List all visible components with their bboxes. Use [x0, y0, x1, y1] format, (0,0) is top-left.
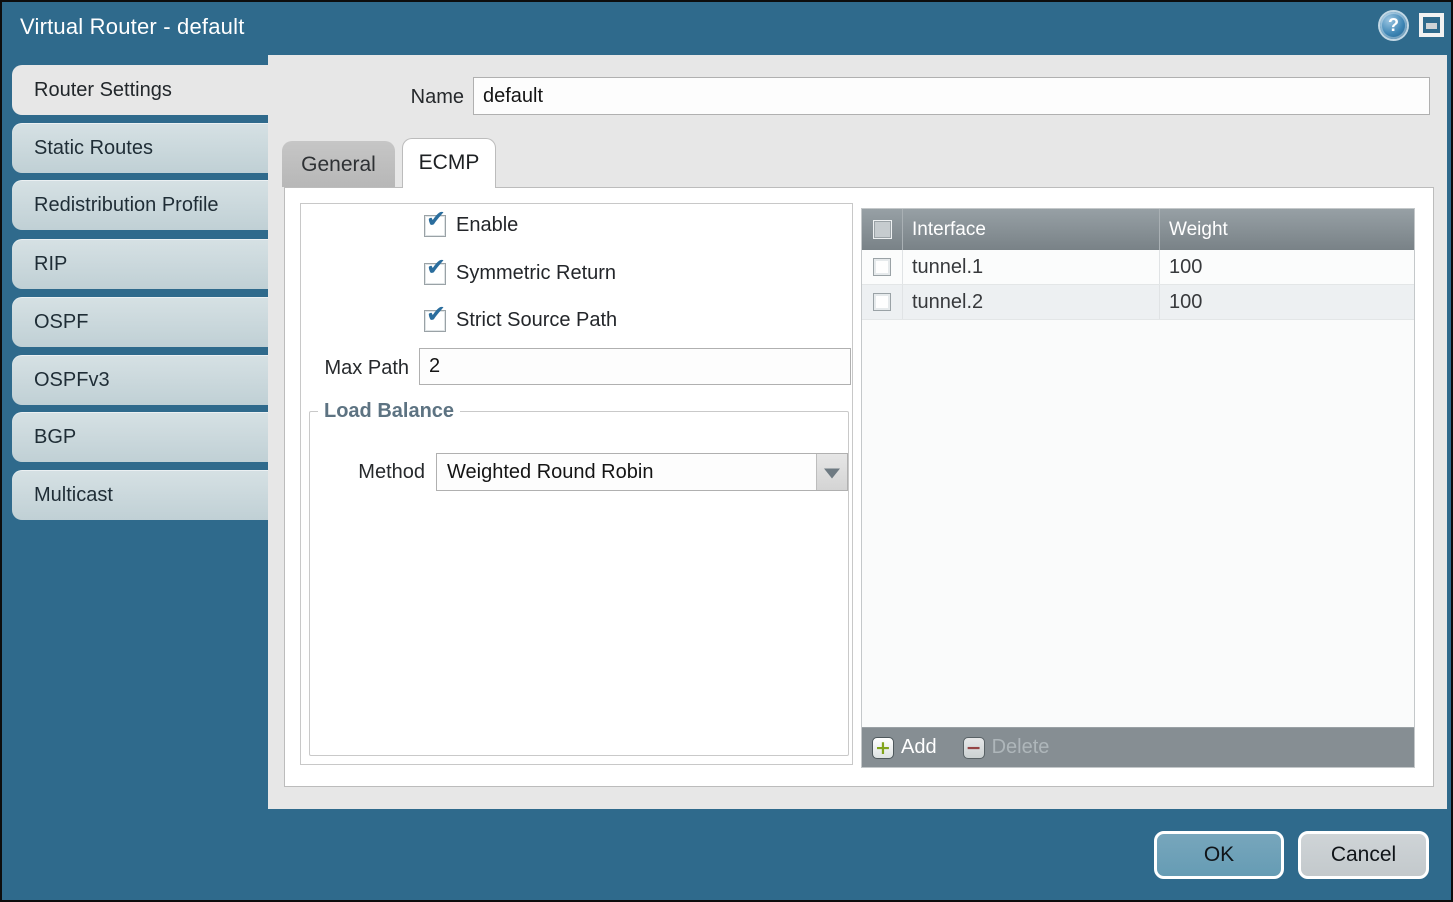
symmetric-return-checkbox[interactable]: ✔: [424, 263, 446, 285]
virtual-router-dialog: Virtual Router - default ? Router Settin…: [0, 0, 1453, 902]
table-row[interactable]: tunnel.2 100: [862, 285, 1414, 320]
method-value: Weighted Round Robin: [437, 454, 816, 490]
delete-icon: −: [963, 737, 985, 759]
chevron-down-icon: [824, 469, 840, 479]
tab-ecmp[interactable]: ECMP: [402, 138, 496, 188]
sidebar-item-static-routes[interactable]: Static Routes: [12, 123, 268, 173]
name-label: Name: [378, 86, 464, 109]
enable-label: Enable: [456, 214, 518, 237]
select-all-checkbox[interactable]: [873, 220, 892, 239]
sidebar: Router Settings Static Routes Redistribu…: [2, 55, 268, 902]
ok-button[interactable]: OK: [1154, 831, 1284, 879]
table-row[interactable]: tunnel.1 100: [862, 250, 1414, 285]
enable-checkbox[interactable]: ✔: [424, 215, 446, 237]
strict-source-path-row: ✔ Strict Source Path: [424, 309, 617, 332]
row-checkbox[interactable]: [873, 258, 891, 276]
dialog-title: Virtual Router - default: [20, 14, 245, 40]
delete-label: Delete: [992, 736, 1050, 759]
sidebar-item-redistribution-profile[interactable]: Redistribution Profile: [12, 180, 268, 230]
load-balance-fieldset: Load Balance Method Weighted Round Robin: [309, 400, 849, 756]
cancel-button[interactable]: Cancel: [1298, 831, 1429, 879]
check-icon: ✔: [426, 255, 446, 279]
add-button[interactable]: + Add: [872, 736, 937, 759]
check-icon: ✔: [426, 207, 446, 231]
table-header: Interface Weight: [862, 209, 1414, 250]
symmetric-return-row: ✔ Symmetric Return: [424, 262, 616, 285]
ecmp-settings-box: ✔ Enable ✔ Symmetric Return ✔ Strict Sou…: [300, 203, 853, 765]
column-header-interface[interactable]: Interface: [902, 209, 1159, 250]
cell-weight: 100: [1159, 250, 1414, 284]
enable-row: ✔ Enable: [424, 214, 518, 237]
add-icon: +: [872, 737, 894, 759]
sidebar-item-router-settings[interactable]: Router Settings: [12, 65, 268, 115]
content-area: Name General ECMP ✔ Enable ✔ Symmetric R…: [268, 55, 1447, 809]
delete-button[interactable]: − Delete: [963, 736, 1050, 759]
table-empty-area: [862, 320, 1414, 727]
column-header-weight[interactable]: Weight: [1159, 209, 1414, 250]
row-checkbox[interactable]: [873, 293, 891, 311]
strict-source-path-label: Strict Source Path: [456, 309, 617, 332]
cell-interface: tunnel.2: [902, 285, 1159, 319]
method-dropdown[interactable]: Weighted Round Robin: [436, 453, 848, 491]
tab-general[interactable]: General: [282, 141, 395, 187]
cell-weight: 100: [1159, 285, 1414, 319]
check-icon: ✔: [426, 302, 446, 326]
symmetric-return-label: Symmetric Return: [456, 262, 616, 285]
method-label: Method: [355, 461, 425, 484]
help-icon[interactable]: ?: [1380, 12, 1407, 39]
max-path-input[interactable]: [419, 348, 851, 385]
cell-interface: tunnel.1: [902, 250, 1159, 284]
method-row: Method Weighted Round Robin: [355, 453, 848, 491]
sidebar-item-multicast[interactable]: Multicast: [12, 470, 268, 520]
sidebar-item-ospfv3[interactable]: OSPFv3: [12, 355, 268, 405]
window-restore-icon[interactable]: [1419, 13, 1444, 37]
interface-table: Interface Weight tunnel.1 100 tunnel.2 1…: [861, 208, 1415, 768]
row-checkbox-cell: [862, 293, 902, 311]
ecmp-tab-panel: ✔ Enable ✔ Symmetric Return ✔ Strict Sou…: [284, 187, 1434, 787]
header-checkbox-cell: [862, 209, 902, 250]
name-input[interactable]: [473, 77, 1430, 115]
sidebar-item-rip[interactable]: RIP: [12, 239, 268, 289]
row-checkbox-cell: [862, 258, 902, 276]
load-balance-legend: Load Balance: [318, 400, 460, 423]
sidebar-item-ospf[interactable]: OSPF: [12, 297, 268, 347]
strict-source-path-checkbox[interactable]: ✔: [424, 310, 446, 332]
max-path-label: Max Path: [301, 357, 409, 380]
sidebar-item-bgp[interactable]: BGP: [12, 412, 268, 462]
titlebar: Virtual Router - default ?: [2, 2, 1451, 55]
table-footer: + Add − Delete: [862, 727, 1414, 767]
add-label: Add: [901, 736, 937, 759]
dropdown-button[interactable]: [816, 454, 847, 490]
